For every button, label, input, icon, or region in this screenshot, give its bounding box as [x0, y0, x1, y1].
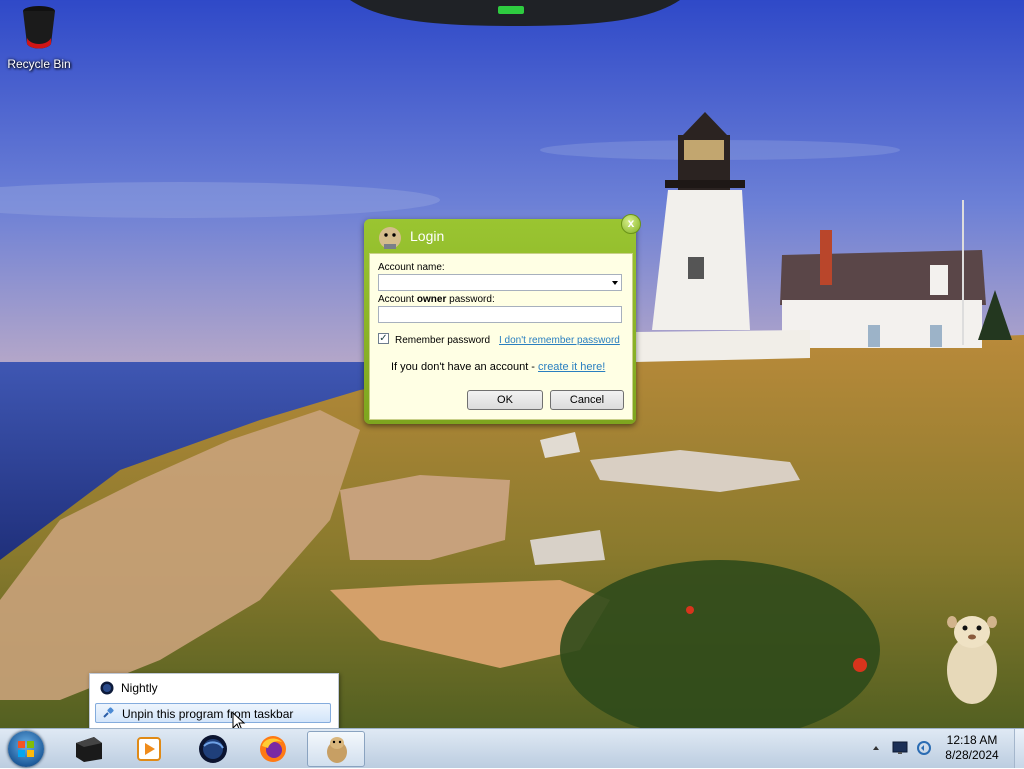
network-monitor-icon[interactable]: [892, 741, 908, 758]
login-dialog: Login x Account name: Account owner pass…: [364, 214, 641, 424]
taskbar-nightly[interactable]: [184, 731, 242, 767]
top-dock-gadget[interactable]: [350, 0, 680, 26]
black-box-icon: [74, 735, 104, 766]
taskbar-app-box[interactable]: [60, 731, 118, 767]
hamster-icon: [323, 734, 351, 767]
nightly-globe-icon: [198, 734, 228, 767]
show-hidden-icons-chevron-icon[interactable]: [872, 743, 880, 755]
system-tray: 12:18 AM 8/28/2024: [866, 729, 1024, 769]
nightly-icon: [100, 681, 114, 701]
remember-password-checkbox[interactable]: ✓: [378, 333, 389, 344]
unpin-icon: [101, 706, 115, 726]
windows-logo-icon: [17, 740, 35, 761]
dialog-title: Login: [410, 228, 445, 244]
chevron-down-icon[interactable]: [612, 281, 618, 285]
account-name-combobox[interactable]: [378, 274, 622, 291]
remember-password-label: Remember password: [395, 335, 491, 346]
ok-button[interactable]: OK: [467, 390, 543, 410]
system-clock[interactable]: 12:18 AM 8/28/2024: [942, 733, 1002, 763]
password-field[interactable]: [378, 306, 622, 323]
taskbar-hamster-app[interactable]: [307, 731, 365, 767]
recycle-bin-desktop-icon[interactable]: Recycle Bin: [4, 4, 74, 71]
volume-icon[interactable]: [916, 740, 932, 759]
close-icon[interactable]: x: [621, 214, 641, 234]
taskbar-jump-list: Nightly Unpin this program from taskbar: [89, 673, 339, 731]
firefox-icon: [258, 734, 288, 767]
create-account-link[interactable]: create it here!: [538, 361, 605, 373]
account-name-label: Account name:: [378, 262, 445, 273]
jump-list-item-label: Unpin this program from taskbar: [122, 707, 294, 721]
cancel-button[interactable]: Cancel: [550, 390, 624, 410]
clock-time: 12:18 AM: [946, 733, 998, 747]
login-form: Account name: Account owner password: ✓ …: [369, 253, 633, 420]
taskbar: 12:18 AM 8/28/2024: [0, 728, 1024, 768]
taskbar-media-player[interactable]: [120, 731, 178, 767]
recycle-bin-icon: [19, 6, 59, 55]
hamster-desktop-gadget[interactable]: [936, 608, 1006, 708]
media-player-icon: [136, 736, 162, 765]
forgot-password-link[interactable]: I don't remember password: [499, 335, 620, 346]
jump-list-item-label: Nightly: [121, 681, 158, 695]
recycle-bin-label: Recycle Bin: [7, 57, 71, 71]
password-label: Account owner password:: [378, 294, 495, 305]
no-account-text: If you don't have an account - create it…: [391, 361, 606, 373]
jump-list-item-unpin[interactable]: Unpin this program from taskbar: [95, 703, 331, 723]
clock-date: 8/28/2024: [945, 748, 999, 762]
start-button[interactable]: [8, 731, 44, 767]
taskbar-firefox[interactable]: [244, 731, 302, 767]
show-desktop-button[interactable]: [1014, 729, 1024, 768]
jump-list-item-nightly[interactable]: Nightly: [95, 678, 331, 698]
hamster-logo-icon: [376, 224, 404, 250]
